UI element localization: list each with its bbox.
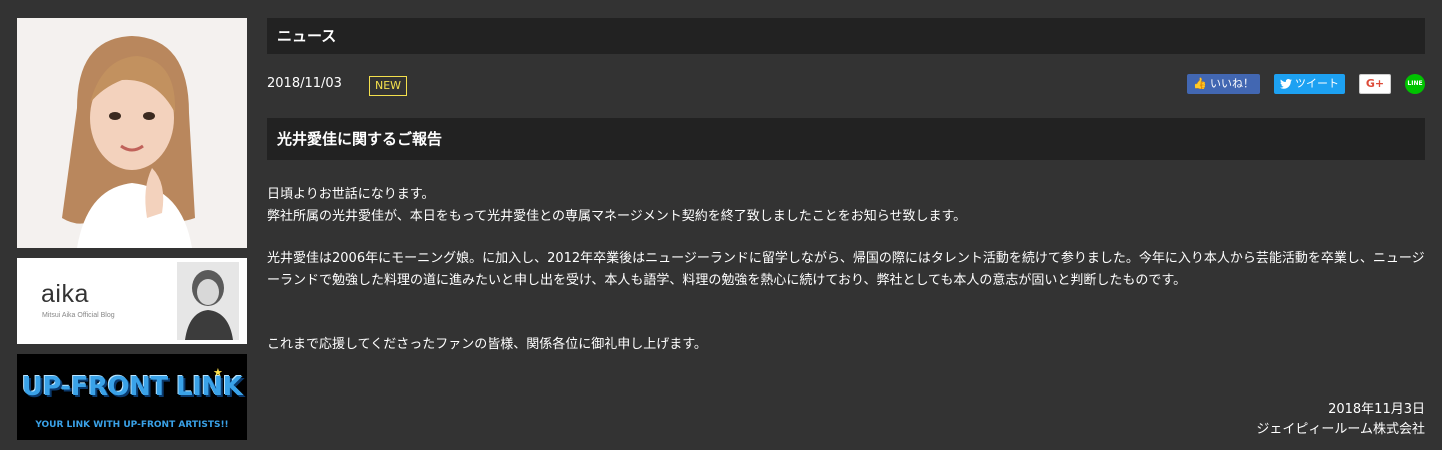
facebook-like-button[interactable]: 👍 いいね！ [1187, 74, 1260, 94]
blog-subtitle: Mitsui Aika Official Blog [42, 312, 115, 319]
thumbs-up-icon: 👍 [1193, 77, 1207, 90]
google-plus-button[interactable]: G+ [1359, 74, 1391, 94]
share-buttons: 👍 いいね！ ツイート G+ LINE [1187, 74, 1425, 94]
ufl-subtitle: YOUR LINK WITH UP-FRONT ARTISTS!! [35, 420, 229, 430]
signature-date: 2018年11月3日 [1328, 402, 1425, 417]
article-title: 光井愛佳に関するご報告 [267, 118, 1425, 160]
body-paragraph: 弊社所属の光井愛佳が、本日をもって光井愛佳との専属マネージメント契約を終了致しま… [267, 209, 967, 224]
body-paragraph: 光井愛佳は2006年にモーニング娘。に加入し、2012年卒業後はニュージーランド… [267, 251, 1425, 288]
line-share-button[interactable]: LINE [1405, 74, 1425, 94]
article-body: 日頃よりお世話になります。 弊社所属の光井愛佳が、本日をもって光井愛佳との専属マ… [267, 184, 1425, 356]
news-article: ニュース 2018/11/03 NEW 👍 いいね！ ツイート G+ LINE … [267, 18, 1425, 356]
blog-photo [177, 262, 239, 340]
profile-photo[interactable] [17, 18, 247, 248]
section-heading: ニュース [267, 18, 1425, 54]
body-paragraph: これまで応援してくださったファンの皆様、関係各位に御礼申し上げます。 [267, 337, 707, 352]
blog-banner[interactable]: aika Mitsui Aika Official Blog [17, 258, 247, 344]
upfront-link-banner[interactable]: UP-FRONT LINK ★ YOUR LINK WITH UP-FRONT … [17, 354, 247, 440]
body-paragraph: 日頃よりお世話になります。 [267, 187, 435, 202]
star-icon: ★ [213, 366, 223, 379]
profile-portrait-image [17, 18, 247, 248]
signature: 2018年11月3日 ジェイピィールーム株式会社 [1256, 400, 1425, 440]
sidebar: aika Mitsui Aika Official Blog UP-FRONT … [17, 18, 247, 440]
new-badge: NEW [369, 76, 408, 96]
meta-row: 2018/11/03 NEW 👍 いいね！ ツイート G+ LINE [267, 54, 1425, 118]
post-date: 2018/11/03 [267, 76, 342, 91]
facebook-like-label: いいね！ [1210, 77, 1254, 90]
blog-title: aika [41, 280, 89, 308]
twitter-tweet-button[interactable]: ツイート [1274, 74, 1345, 94]
signature-company: ジェイピィールーム株式会社 [1256, 422, 1425, 437]
twitter-bird-icon [1280, 79, 1292, 89]
blog-portrait-image [177, 262, 239, 340]
twitter-tweet-label: ツイート [1295, 77, 1339, 90]
